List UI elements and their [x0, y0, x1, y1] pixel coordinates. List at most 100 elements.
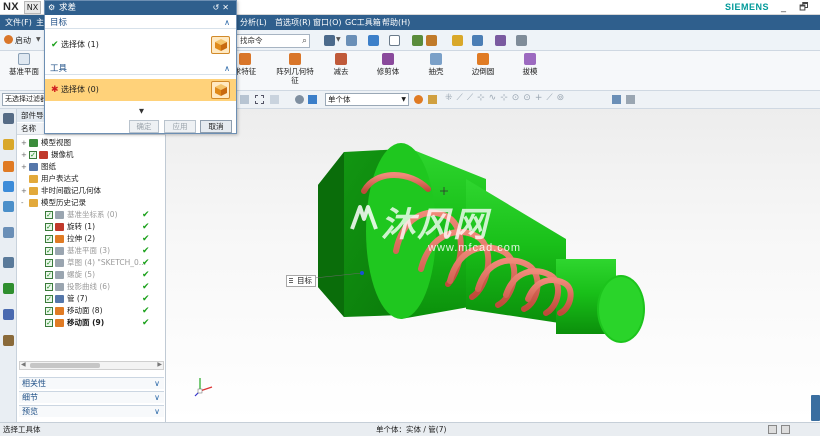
visibility-checkbox[interactable]: ✓ — [29, 151, 37, 159]
cube-view-icon[interactable] — [368, 35, 379, 46]
tree-row[interactable]: + 模型视图 — [17, 137, 166, 149]
tree-row[interactable]: ✓ 草图 (4) "SKETCH_0... ✔ — [17, 257, 166, 269]
menu-help[interactable]: 帮助(H) — [382, 17, 410, 28]
tree-row[interactable]: - 模型历史记录 — [17, 197, 166, 209]
expand-icon[interactable]: + — [21, 137, 27, 149]
shell-button[interactable]: 抽壳 — [424, 53, 448, 76]
menu-analysis[interactable]: 分析(L) — [240, 17, 267, 28]
tree-row[interactable]: ✓ 螺旋 (5) ✔ — [17, 269, 166, 281]
graphics-viewport[interactable]: 沐风网 www.mfcad.com 目标 — [166, 109, 820, 422]
menu-grid-icon[interactable] — [324, 35, 335, 46]
target-select-body-button[interactable] — [211, 36, 230, 54]
scroll-thumb[interactable] — [30, 363, 100, 368]
trim-body-button[interactable]: 修剪体 — [372, 53, 404, 76]
dialog-settings-icon[interactable]: ⚙ — [48, 1, 55, 15]
tree-row[interactable]: ✓ 投影曲线 (6) ✔ — [17, 281, 166, 293]
visibility-checkbox[interactable]: ✓ — [45, 211, 53, 219]
web-browser-icon[interactable] — [3, 227, 14, 238]
dialog-title-bar[interactable]: ⚙ 求差 ↺✕ — [45, 1, 236, 15]
panel-dependencies[interactable]: 相关性 ∨ — [19, 377, 164, 389]
body-type-select[interactable]: 单个体 ▼ — [325, 93, 409, 106]
process-studio-icon[interactable] — [3, 309, 14, 320]
dropdown-icon[interactable]: ▼ — [336, 36, 341, 43]
visibility-checkbox[interactable]: ✓ — [45, 235, 53, 243]
status-icon-1[interactable] — [768, 425, 777, 434]
visibility-checkbox[interactable]: ✓ — [45, 319, 53, 327]
collapse-icon[interactable]: - — [21, 197, 24, 209]
scroll-right-icon[interactable]: ▶ — [157, 361, 162, 368]
visibility-checkbox[interactable]: ✓ — [45, 295, 53, 303]
start-button[interactable]: 启动 — [15, 35, 31, 46]
solid-model[interactable] — [166, 109, 820, 422]
constraint-navigator-icon[interactable] — [3, 161, 14, 172]
tree-row[interactable]: 用户表达式 — [17, 173, 166, 185]
tool-select-body-button[interactable] — [211, 81, 230, 99]
expand-icon[interactable]: + — [21, 161, 27, 173]
status-icons[interactable] — [768, 425, 794, 436]
menu-file[interactable]: 文件(F) — [5, 17, 32, 28]
frame-icon[interactable] — [389, 35, 400, 46]
start-dropdown-icon[interactable]: ▼ — [36, 36, 41, 43]
tool-select-body-row[interactable]: ✱ 选择体 (0) — [45, 79, 236, 101]
command-search-input[interactable]: 找命令 ⌕ — [236, 34, 310, 48]
settings-gear-icon[interactable] — [3, 113, 14, 124]
visibility-checkbox[interactable]: ✓ — [45, 223, 53, 231]
snap-point-icon[interactable] — [414, 95, 423, 104]
settings-icon[interactable] — [516, 35, 527, 46]
expand-icon[interactable]: + — [21, 185, 27, 197]
target-select-body-row[interactable]: ✔ 选择体 (1) — [45, 34, 236, 56]
target-section-header[interactable]: 目标 ∧ — [45, 17, 236, 29]
sphere-icon[interactable] — [295, 95, 304, 104]
menu-gc-toolbox[interactable]: GC工具箱 — [345, 17, 381, 28]
more-icon[interactable] — [626, 95, 635, 104]
assembly-navigator-icon[interactable] — [3, 139, 14, 150]
menu-window[interactable]: 窗口(O) — [313, 17, 342, 28]
reuse-library-icon[interactable] — [3, 201, 14, 212]
horizontal-scrollbar[interactable]: ◀ ▶ — [19, 361, 164, 370]
snap-point-toolbar[interactable]: ⁜⟋⟋⊹∿⊹⊙⊙+⟋⊚ — [445, 93, 568, 103]
visibility-checkbox[interactable]: ✓ — [45, 271, 53, 279]
measure-icon[interactable] — [452, 35, 463, 46]
visibility-checkbox[interactable]: ✓ — [45, 259, 53, 267]
menu-preferences[interactable]: 首选项(R) — [275, 17, 311, 28]
paint-icon[interactable] — [426, 35, 437, 46]
visibility-checkbox[interactable]: ✓ — [45, 307, 53, 315]
more-options-icon[interactable]: ▼ — [139, 107, 144, 115]
dialog-reset-close-icons[interactable]: ↺✕ — [213, 1, 232, 15]
select-icon[interactable] — [240, 95, 249, 104]
render-icon[interactable] — [412, 35, 423, 46]
panel-details[interactable]: 细节 ∨ — [19, 391, 164, 403]
visibility-checkbox[interactable]: ✓ — [45, 247, 53, 255]
selection-filter-dropdown[interactable]: 无选择过滤器 — [2, 93, 46, 106]
part-navigator-icon[interactable] — [3, 181, 14, 192]
visibility-checkbox[interactable]: ✓ — [45, 283, 53, 291]
edge-blend-button[interactable]: 边倒圆 — [468, 53, 498, 76]
side-panel-tab[interactable] — [811, 395, 820, 421]
solid-cube-icon[interactable] — [308, 95, 317, 104]
tree-row[interactable]: + ✓ 摄像机 — [17, 149, 166, 161]
tool-section-header[interactable]: 工具 ∧ — [45, 63, 236, 75]
apply-button[interactable]: 应用 — [164, 120, 196, 133]
roles-icon[interactable] — [3, 335, 14, 346]
wcs-icon[interactable] — [472, 35, 483, 46]
tree-row[interactable]: ✓ 移动面 (9) ✔ — [17, 317, 166, 329]
draft-button[interactable]: 拔模 — [517, 53, 543, 76]
cancel-button[interactable]: 取消 — [200, 120, 232, 133]
tree-row[interactable]: ✓ 移动面 (8) ✔ — [17, 305, 166, 317]
tree-row[interactable]: + 图纸 — [17, 161, 166, 173]
tree-row[interactable]: ✓ 旋转 (1) ✔ — [17, 221, 166, 233]
ok-button[interactable]: 确定 — [129, 120, 159, 133]
point-icon[interactable] — [612, 95, 621, 104]
tree-row[interactable]: ✓ 管 (7) ✔ — [17, 293, 166, 305]
tree-row[interactable]: ✓ 基准平面 (3) ✔ — [17, 245, 166, 257]
tree-row[interactable]: + 非时间戳记几何体 — [17, 185, 166, 197]
datum-plane-button[interactable]: 基准平面 — [8, 53, 40, 76]
search-icon[interactable]: ⌕ — [302, 35, 307, 47]
expand-icon[interactable]: + — [21, 149, 27, 161]
curve-rule-icon[interactable] — [428, 95, 437, 104]
subtract-button[interactable]: 减去 — [326, 53, 356, 76]
window-select-icon[interactable] — [270, 95, 279, 104]
pattern-geometry-button[interactable]: 阵列几何特征 — [276, 53, 314, 85]
snap-icon[interactable] — [346, 35, 357, 46]
tree-row[interactable]: ✓ 拉伸 (2) ✔ — [17, 233, 166, 245]
